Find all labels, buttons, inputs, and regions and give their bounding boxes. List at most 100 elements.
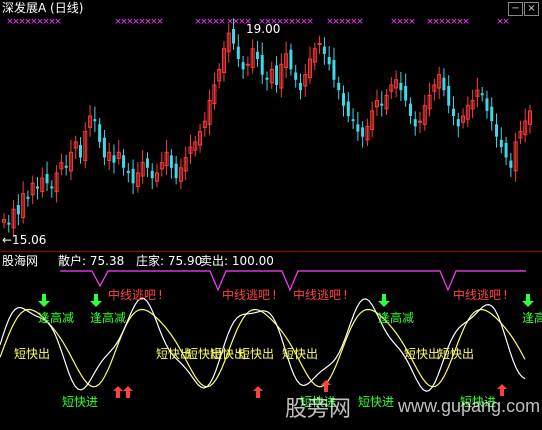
reduce-label: 逢高减 bbox=[378, 310, 414, 325]
up-arrow-icon bbox=[123, 386, 133, 398]
marker-x-icon: × bbox=[408, 17, 416, 27]
candle-body bbox=[265, 77, 269, 80]
escape-mark: ! bbox=[343, 288, 348, 302]
candle-body bbox=[490, 106, 494, 122]
candle-body bbox=[361, 127, 365, 137]
sanhu-value: 散户: 75.38 bbox=[58, 254, 125, 268]
watermark-brand: 股旁网 bbox=[285, 397, 352, 422]
candle-body bbox=[236, 46, 240, 60]
candle-body bbox=[442, 77, 446, 91]
candle-body bbox=[451, 108, 455, 117]
candle-body bbox=[174, 163, 178, 179]
candle-body bbox=[45, 174, 49, 184]
escape-mark: ! bbox=[158, 288, 163, 302]
candle-body bbox=[294, 72, 298, 80]
candle-body bbox=[322, 46, 326, 54]
candle-body bbox=[289, 49, 293, 70]
candle-body bbox=[255, 51, 259, 60]
candle-body bbox=[342, 93, 346, 106]
candle-body bbox=[504, 142, 508, 158]
chart-canvas[interactable]: ××××××××× ×××××××× ××××× ×××× ××××××××× ×××××… bbox=[0, 0, 542, 430]
short-out-label: 短快出 bbox=[14, 347, 50, 361]
down-arrow-icon bbox=[90, 294, 102, 307]
candle-body bbox=[495, 124, 499, 137]
reduce-label: 逢高减 bbox=[522, 310, 542, 325]
candle-body bbox=[485, 98, 489, 111]
candle-body bbox=[337, 82, 341, 91]
escape-label: 中线逃吧 bbox=[453, 287, 501, 302]
zhuangjia-value: 庄家: 75.90 bbox=[136, 254, 203, 268]
oscillator-lines bbox=[0, 297, 526, 392]
marker-x-icon: × bbox=[156, 17, 164, 27]
candle-body bbox=[327, 56, 331, 65]
candle-body bbox=[332, 60, 336, 80]
candle-body bbox=[150, 170, 154, 179]
candle-body bbox=[93, 119, 97, 122]
candle-body bbox=[35, 186, 39, 189]
short-out-label: 短快出 bbox=[438, 347, 474, 361]
escape-label: 中线逃吧 bbox=[222, 287, 270, 302]
close-button[interactable]: × bbox=[524, 2, 539, 16]
marker-x-icon: × bbox=[218, 17, 226, 27]
candle-body bbox=[7, 222, 11, 225]
minimize-button[interactable]: − bbox=[508, 2, 523, 16]
reduce-label: 逢高减 bbox=[90, 310, 126, 325]
down-arrow-icon bbox=[38, 294, 50, 307]
maichu-value: 卖出: 100.00 bbox=[200, 254, 274, 268]
candle-body bbox=[356, 124, 360, 132]
short-out-label: 短快出 bbox=[404, 347, 440, 361]
high-price-label: 19.00 bbox=[246, 22, 281, 36]
stock-chart-window: × × × × × × × × × × × × × × × × × × × × × × × × × × × × × × × × × × × × × × × ×… bbox=[0, 0, 542, 430]
reduce-label: 逢高减 bbox=[38, 310, 74, 325]
candle-body bbox=[413, 119, 417, 127]
candle-body bbox=[499, 139, 503, 148]
candle-body bbox=[26, 196, 30, 199]
candle-body bbox=[346, 101, 350, 117]
candle-body bbox=[241, 62, 245, 70]
escape-mark: ! bbox=[272, 288, 277, 302]
marker-x-icon: × bbox=[462, 17, 470, 27]
candle-body bbox=[98, 124, 102, 142]
up-arrow-icon bbox=[253, 386, 263, 398]
candle-body bbox=[447, 85, 451, 106]
candle-body bbox=[408, 103, 412, 117]
candle-body bbox=[102, 137, 106, 158]
marker-x-icon: × bbox=[502, 17, 510, 27]
candlesticks bbox=[2, 18, 532, 238]
low-price-label: ←15.06 bbox=[2, 233, 47, 247]
candle-body bbox=[404, 85, 408, 101]
short-in-label: 短快进 bbox=[62, 395, 98, 409]
candle-body bbox=[112, 155, 116, 163]
candle-body bbox=[380, 103, 384, 106]
candle-body bbox=[131, 168, 135, 184]
candle-body bbox=[399, 82, 403, 91]
marker-x-icon: × bbox=[306, 17, 314, 27]
candle-body bbox=[169, 155, 173, 168]
candle-body bbox=[232, 29, 236, 44]
watermark-url: www.gupang.com bbox=[398, 396, 541, 416]
candle-body bbox=[64, 165, 68, 168]
escape-label: 中线逃吧 bbox=[108, 287, 156, 302]
marker-x-icon: × bbox=[54, 17, 62, 27]
short-out-label: 短快出 bbox=[282, 347, 318, 361]
down-arrow-icon bbox=[378, 294, 390, 307]
candle-body bbox=[50, 186, 54, 189]
candle-body bbox=[16, 205, 20, 215]
candle-body bbox=[480, 93, 484, 96]
chart-title: 深发展A (日线) bbox=[2, 1, 84, 15]
candle-body bbox=[79, 145, 83, 158]
marker-x-icon: × bbox=[356, 17, 364, 27]
escape-mark: ! bbox=[503, 288, 508, 302]
candle-body bbox=[145, 158, 149, 168]
candle-body bbox=[126, 170, 130, 173]
candle-body bbox=[456, 119, 460, 127]
down-arrow-icon bbox=[522, 294, 534, 307]
short-out-label: 短快出 bbox=[238, 347, 274, 361]
candle-body bbox=[122, 155, 126, 168]
signal-markers: 中线逃吧!中线逃吧!中线逃吧!中线逃吧!逢高减逢高减逢高减逢高减短快出短快出短快… bbox=[14, 287, 542, 409]
up-arrow-icon bbox=[113, 386, 123, 398]
candle-body bbox=[260, 54, 264, 75]
escape-label: 中线逃吧 bbox=[293, 287, 341, 302]
short-in-label: 短快进 bbox=[358, 395, 394, 409]
candle-body bbox=[298, 82, 302, 91]
